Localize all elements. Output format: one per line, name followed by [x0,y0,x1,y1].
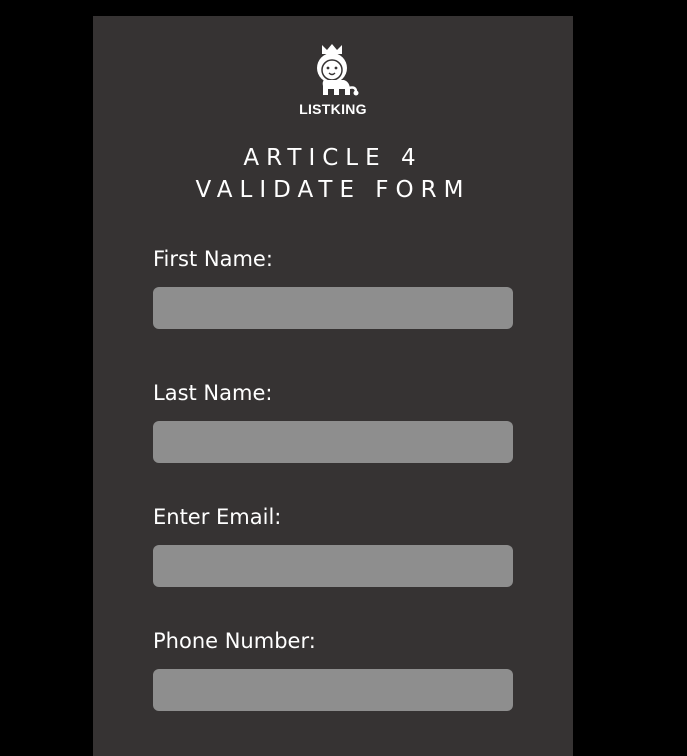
brand-name: LISTKING [299,101,367,117]
phone-number-field[interactable] [153,669,513,711]
email-label: Enter Email: [153,505,282,529]
phone-number-label: Phone Number: [153,629,316,653]
first-name-field[interactable] [153,287,513,329]
email-field[interactable] [153,545,513,587]
first-name-label: First Name: [153,247,273,271]
lion-with-crown-icon [317,44,359,96]
form-card: LISTKING ARTICLE 4 VALIDATE FORM First N… [93,16,573,756]
last-name-field[interactable] [153,421,513,463]
last-name-label: Last Name: [153,381,273,405]
page-title-line-1: ARTICLE 4 [243,145,423,171]
brand-logo [93,42,573,98]
page-title-line-2: VALIDATE FORM [195,177,471,203]
